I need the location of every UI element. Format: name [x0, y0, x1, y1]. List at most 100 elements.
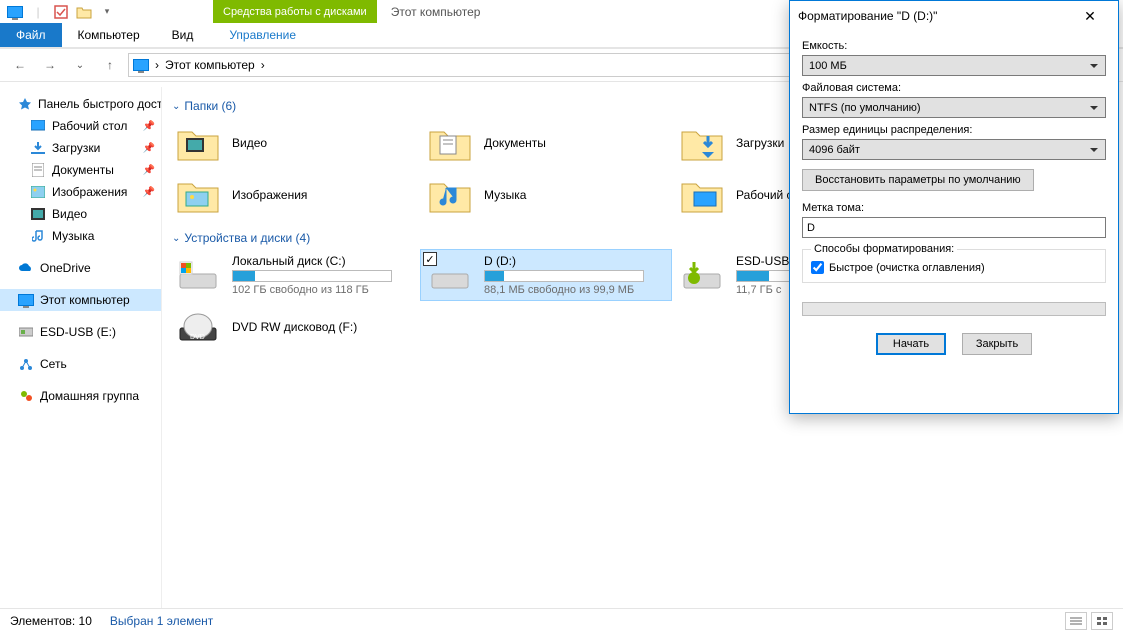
view-details-icon[interactable]: [1065, 612, 1087, 630]
dialog-title: Форматирование "D (D:)": [798, 9, 937, 23]
breadcrumb-sep: ›: [261, 58, 265, 72]
folder-pictures[interactable]: Изображения: [168, 169, 420, 221]
folder-videos[interactable]: Видео: [168, 117, 420, 169]
close-icon[interactable]: ✕: [1070, 2, 1110, 30]
pin-icon: 📌: [143, 121, 155, 132]
network-icon: [18, 356, 34, 372]
capacity-select[interactable]: 100 МБ: [802, 55, 1106, 76]
folder-icon: [174, 122, 222, 164]
capacity-value: 100 МБ: [809, 60, 847, 72]
nav-label: Сеть: [40, 357, 67, 371]
nav-recent-icon[interactable]: ⌄: [68, 53, 92, 77]
drive-d[interactable]: ✓ D (D:) 88,1 МБ свободно из 99,9 МБ: [420, 249, 672, 301]
nav-esd-usb[interactable]: ESD-USB (E:): [0, 321, 161, 343]
dvd-icon: DVD: [174, 306, 222, 348]
breadcrumb-sep: ›: [155, 58, 159, 72]
pin-icon: 📌: [143, 187, 155, 198]
format-options-group: Способы форматирования: Быстрое (очистка…: [802, 243, 1106, 283]
drive-label: Локальный диск (C:): [232, 254, 392, 268]
nav-forward-icon[interactable]: →: [38, 53, 62, 77]
drive-f[interactable]: DVD DVD RW дисковод (F:): [168, 301, 672, 353]
nav-label: Загрузки: [52, 141, 100, 155]
tab-manage[interactable]: Управление: [213, 23, 312, 47]
filesystem-label: Файловая система:: [802, 82, 1106, 94]
folder-icon: [174, 174, 222, 216]
nav-onedrive[interactable]: OneDrive: [0, 257, 161, 279]
allocation-select[interactable]: 4096 байт: [802, 139, 1106, 160]
nav-quick-access[interactable]: Панель быстрого доступа: [0, 93, 161, 115]
address-pc-icon: [133, 59, 149, 71]
folder-icon: [426, 174, 474, 216]
drive-sublabel: 102 ГБ свободно из 118 ГБ: [232, 284, 392, 296]
nav-network[interactable]: Сеть: [0, 353, 161, 375]
quick-format-check[interactable]: [811, 261, 824, 274]
group-label: Папки (6): [184, 99, 236, 113]
quick-format-checkbox[interactable]: Быстрое (очистка оглавления): [811, 261, 1097, 274]
nav-label: Видео: [52, 207, 87, 221]
desktop-icon: [30, 118, 46, 134]
folder-label: Музыка: [484, 188, 526, 202]
folder-label: Видео: [232, 136, 267, 150]
nav-label: Изображения: [52, 185, 127, 199]
window-title: Этот компьютер: [377, 5, 495, 19]
qat-dropdown-icon[interactable]: ▾: [96, 1, 118, 23]
view-large-icon[interactable]: [1091, 612, 1113, 630]
start-button[interactable]: Начать: [876, 333, 946, 355]
contextual-tab-header: Средства работы с дисками: [213, 0, 377, 23]
nav-label: Документы: [52, 163, 114, 177]
group-label: Устройства и диски (4): [184, 231, 310, 245]
breadcrumb-this-pc[interactable]: Этот компьютер: [165, 58, 255, 72]
filesystem-select[interactable]: NTFS (по умолчанию): [802, 97, 1106, 118]
nav-back-icon[interactable]: ←: [8, 53, 32, 77]
star-icon: [18, 96, 32, 112]
homegroup-icon: [18, 388, 34, 404]
drive-capacity-bar: [484, 270, 644, 282]
folder-icon: [678, 122, 726, 164]
picture-icon: [30, 184, 46, 200]
folder-music[interactable]: Музыка: [420, 169, 672, 221]
pin-icon: 📌: [143, 165, 155, 176]
folder-label: Документы: [484, 136, 546, 150]
qat-properties-icon[interactable]: [50, 1, 72, 23]
drive-sublabel: 88,1 МБ свободно из 99,9 МБ: [484, 284, 644, 296]
drive-icon: [174, 254, 222, 296]
nav-label: OneDrive: [40, 261, 91, 275]
chevron-down-icon: ⌄: [172, 233, 180, 244]
restore-defaults-button[interactable]: Восстановить параметры по умолчанию: [802, 169, 1034, 191]
quick-format-label: Быстрое (очистка оглавления): [829, 262, 985, 274]
volume-label-label: Метка тома:: [802, 202, 1106, 214]
tab-computer[interactable]: Компьютер: [62, 23, 156, 47]
volume-label-input[interactable]: [802, 217, 1106, 238]
music-icon: [30, 228, 46, 244]
nav-videos[interactable]: Видео: [0, 203, 161, 225]
svg-text:DVD: DVD: [190, 334, 205, 341]
qat-system-icon[interactable]: [4, 1, 26, 23]
checkbox-icon[interactable]: ✓: [423, 252, 437, 266]
qat-new-folder-icon[interactable]: [73, 1, 95, 23]
format-dialog: Форматирование "D (D:)" ✕ Емкость: 100 М…: [789, 0, 1119, 414]
nav-homegroup[interactable]: Домашняя группа: [0, 385, 161, 407]
folder-documents[interactable]: Документы: [420, 117, 672, 169]
nav-label: ESD-USB (E:): [40, 325, 116, 339]
folder-label: Загрузки: [736, 136, 784, 150]
nav-music[interactable]: Музыка: [0, 225, 161, 247]
status-count: Элементов: 10: [10, 614, 92, 628]
nav-downloads[interactable]: Загрузки 📌: [0, 137, 161, 159]
drive-c[interactable]: Локальный диск (C:) 102 ГБ свободно из 1…: [168, 249, 420, 301]
nav-desktop[interactable]: Рабочий стол 📌: [0, 115, 161, 137]
nav-up-icon[interactable]: ↑: [98, 53, 122, 77]
allocation-value: 4096 байт: [809, 144, 860, 156]
nav-this-pc[interactable]: Этот компьютер: [0, 289, 161, 311]
drive-capacity-bar: [232, 270, 392, 282]
video-icon: [30, 206, 46, 222]
document-icon: [30, 162, 46, 178]
tab-file[interactable]: Файл: [0, 23, 62, 47]
nav-pictures[interactable]: Изображения 📌: [0, 181, 161, 203]
cloud-icon: [18, 260, 34, 276]
close-button[interactable]: Закрыть: [962, 333, 1032, 355]
nav-label: Панель быстрого доступа: [38, 97, 162, 111]
nav-label: Рабочий стол: [52, 119, 127, 133]
chevron-down-icon: ⌄: [172, 101, 180, 112]
nav-documents[interactable]: Документы 📌: [0, 159, 161, 181]
tab-view[interactable]: Вид: [156, 23, 210, 47]
